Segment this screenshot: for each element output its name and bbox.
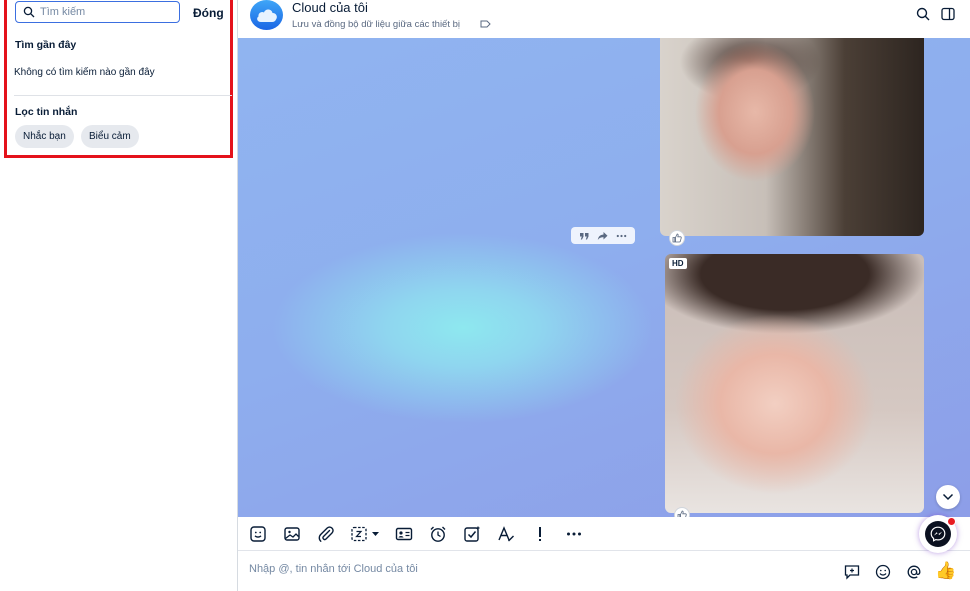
recent-searches-empty: Không có tìm kiếm nào gần đây	[14, 67, 155, 78]
divider	[14, 95, 232, 96]
chat-area: HD	[238, 38, 970, 517]
sticker-icon[interactable]	[249, 525, 267, 543]
filter-chip-reactions[interactable]: Biểu cảm	[81, 125, 139, 148]
search-panel-highlight: Đóng Tìm gần đây Không có tìm kiếm nào g…	[4, 0, 233, 158]
text-format-icon[interactable]	[497, 525, 515, 543]
reminder-icon[interactable]	[429, 525, 447, 543]
composer-toolbar	[238, 517, 970, 551]
cloud-avatar[interactable]	[250, 0, 283, 30]
thumbs-up-icon	[672, 233, 682, 243]
screenshot-icon[interactable]	[350, 525, 382, 543]
like-button[interactable]	[674, 507, 690, 517]
todo-icon[interactable]	[463, 525, 481, 543]
quote-icon[interactable]	[579, 231, 590, 241]
scroll-to-bottom-button[interactable]	[936, 485, 960, 509]
chat-header: Cloud của tôi Lưu và đồng bộ dữ liệu giữ…	[238, 0, 970, 38]
composer: 👍	[238, 551, 970, 591]
message-input[interactable]	[249, 563, 809, 575]
sidebar-toggle-icon[interactable]	[941, 7, 955, 21]
message-filter-title: Lọc tin nhắn	[15, 106, 78, 118]
urgent-icon[interactable]	[531, 525, 549, 543]
chevron-down-icon	[942, 493, 954, 501]
forward-icon[interactable]	[597, 231, 608, 241]
search-icon	[23, 6, 35, 18]
chat-title: Cloud của tôi	[292, 0, 368, 15]
left-panel: Đóng Tìm gần đây Không có tìm kiếm nào g…	[0, 0, 238, 591]
photo-message-2[interactable]	[665, 254, 924, 513]
close-search-button[interactable]: Đóng	[193, 6, 224, 20]
filter-chip-reminder[interactable]: Nhắc bạn	[15, 125, 74, 148]
search-input[interactable]	[40, 6, 170, 18]
hd-badge: HD	[669, 258, 687, 269]
quick-message-icon[interactable]	[844, 564, 860, 580]
messenger-bubble[interactable]	[919, 515, 957, 553]
chat-subtitle: Lưu và đồng bộ dữ liệu giữa các thiết bị	[292, 19, 461, 30]
like-button[interactable]	[669, 230, 685, 246]
tag-icon[interactable]	[480, 20, 491, 28]
recent-searches-title: Tìm gần đây	[15, 39, 77, 51]
image-icon[interactable]	[283, 525, 301, 543]
send-thumbs-up-button[interactable]: 👍	[935, 562, 956, 580]
notification-dot	[947, 517, 956, 526]
messenger-icon	[925, 521, 951, 547]
search-icon[interactable]	[916, 7, 930, 21]
contact-card-icon[interactable]	[395, 525, 413, 543]
cloud-avatar-icon	[256, 9, 277, 22]
more-icon[interactable]	[565, 525, 583, 543]
thumbs-up-icon	[677, 510, 687, 517]
attachment-icon[interactable]	[317, 525, 335, 543]
message-hover-actions	[571, 227, 635, 244]
mention-icon[interactable]	[906, 564, 922, 580]
photo-message-1[interactable]	[660, 38, 924, 236]
emoji-icon[interactable]	[875, 564, 891, 580]
more-icon[interactable]	[616, 231, 627, 241]
search-field[interactable]	[15, 1, 180, 23]
